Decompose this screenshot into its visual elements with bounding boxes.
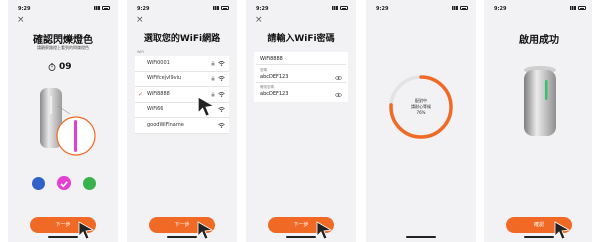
wifi-network-row[interactable]: goodWiFiname <box>135 118 229 134</box>
home-indicator <box>167 236 197 238</box>
signal-icon <box>94 6 100 10</box>
signal-icon <box>213 6 219 10</box>
divider <box>256 82 346 83</box>
page-title: 啟用成功 <box>519 35 559 46</box>
selected-check-icon: ✓ <box>138 90 144 98</box>
countdown-value: 09 <box>59 62 72 72</box>
battery-icon <box>102 6 110 10</box>
signal-icon <box>570 6 576 10</box>
status-bar: 9:29 <box>366 4 476 14</box>
screen-pairing: 9:29 配對中 請耐心等候 76% <box>366 0 476 242</box>
lock-icon <box>211 76 215 81</box>
signal-icon <box>332 6 338 10</box>
wifi-network-row[interactable]: WiFifcejvl9viu <box>135 71 229 88</box>
color-option-magenta[interactable] <box>57 176 71 190</box>
status-time: 9:29 <box>376 6 389 12</box>
wifi-signal-icon <box>218 91 225 97</box>
password-field[interactable]: abcDEF123 <box>260 74 288 80</box>
section-label: WiFi <box>137 50 145 54</box>
status-time: 9:29 <box>494 6 507 12</box>
password-label: 密碼 <box>260 68 267 72</box>
wifi-list: WiFi0001 WiFifcejvl9viu ✓ WiFi8888 WiFi66 goo… <box>135 56 229 134</box>
status-bar: 9:29 <box>127 4 237 14</box>
page-title: 請輸入WiFi密碼 <box>267 34 335 44</box>
status-icons <box>332 6 348 10</box>
home-indicator <box>406 236 436 238</box>
wifi-signal-icon <box>218 61 225 66</box>
wifi-network-name: WiFi66 <box>147 106 164 113</box>
pointer-cursor-icon <box>78 221 94 239</box>
status-time: 9:29 <box>137 6 150 12</box>
wifi-network-name: goodWiFiname <box>147 121 184 128</box>
page-subtitle: 請觀察路燈上看到的閃爍燈色 <box>37 45 89 50</box>
home-indicator <box>524 236 554 238</box>
status-bar: 9:29 <box>246 4 356 14</box>
close-icon[interactable]: × <box>17 16 25 25</box>
home-indicator <box>48 236 78 238</box>
lamp-illustration <box>524 66 556 136</box>
screen-confirm-light: 9:29 × 確認閃爍燈色 請觀察路燈上看到的閃爍燈色 09 下一步 <box>8 0 118 242</box>
pointer-cursor-icon <box>197 221 213 239</box>
wifi-signal-icon <box>218 122 225 128</box>
confirm-password-label: 確認密碼 <box>260 85 274 89</box>
status-bar: 9:29 <box>8 4 118 14</box>
timer-icon <box>48 63 56 71</box>
lamp-illustration <box>40 88 96 156</box>
wifi-network-name: WiFifcejvl9viu <box>147 75 182 82</box>
divider <box>256 64 346 65</box>
battery-icon <box>460 6 468 10</box>
screen-wifi-password: 9:29 × 請輸入WiFi密碼 WiFi8888 密碼 abcDEF123 確… <box>246 0 356 242</box>
lock-icon <box>211 61 215 66</box>
status-icons <box>570 6 586 10</box>
battery-icon <box>221 6 229 10</box>
signal-icon <box>452 6 458 10</box>
status-time: 9:29 <box>256 6 269 12</box>
pointer-cursor-icon <box>197 96 215 116</box>
status-bar: 9:29 <box>484 4 592 14</box>
ssid-field[interactable]: WiFi8888 <box>260 56 283 62</box>
status-icons <box>94 6 110 10</box>
home-indicator <box>286 236 316 238</box>
wifi-signal-icon <box>218 76 225 82</box>
progress-text: 配對中 請耐心等候 76% <box>386 98 456 116</box>
confirm-password-field[interactable]: abcDEF123 <box>260 91 288 97</box>
color-option-green[interactable] <box>83 177 96 190</box>
screen-activation-success: 9:29 啟用成功 確認 <box>484 0 592 242</box>
countdown: 09 <box>48 62 72 72</box>
wifi-network-name: WiFi8888 <box>147 90 170 97</box>
status-icons <box>213 6 229 10</box>
pointer-cursor-icon <box>554 221 570 239</box>
close-icon[interactable]: × <box>136 16 144 25</box>
screen-select-wifi: 9:29 × 選取您的WiFi網路 WiFi WiFi0001 WiFifcejv… <box>127 0 237 242</box>
check-icon <box>60 181 68 188</box>
wifi-network-name: WiFi0001 <box>147 60 170 66</box>
pointer-cursor-icon <box>316 221 332 239</box>
battery-icon <box>340 6 348 10</box>
progress-percent: 76% <box>416 110 426 115</box>
status-icons <box>452 6 468 10</box>
wifi-signal-icon <box>218 107 225 112</box>
page-title: 確認閃爍燈色 <box>33 35 93 46</box>
battery-icon <box>578 6 586 10</box>
close-icon[interactable]: × <box>255 16 263 25</box>
page-title: 選取您的WiFi網路 <box>143 34 221 44</box>
eye-icon[interactable] <box>335 76 342 80</box>
status-time: 9:29 <box>18 6 31 12</box>
eye-icon[interactable] <box>335 93 342 97</box>
wifi-network-row[interactable]: WiFi0001 <box>135 56 229 72</box>
color-option-blue[interactable] <box>32 177 45 190</box>
